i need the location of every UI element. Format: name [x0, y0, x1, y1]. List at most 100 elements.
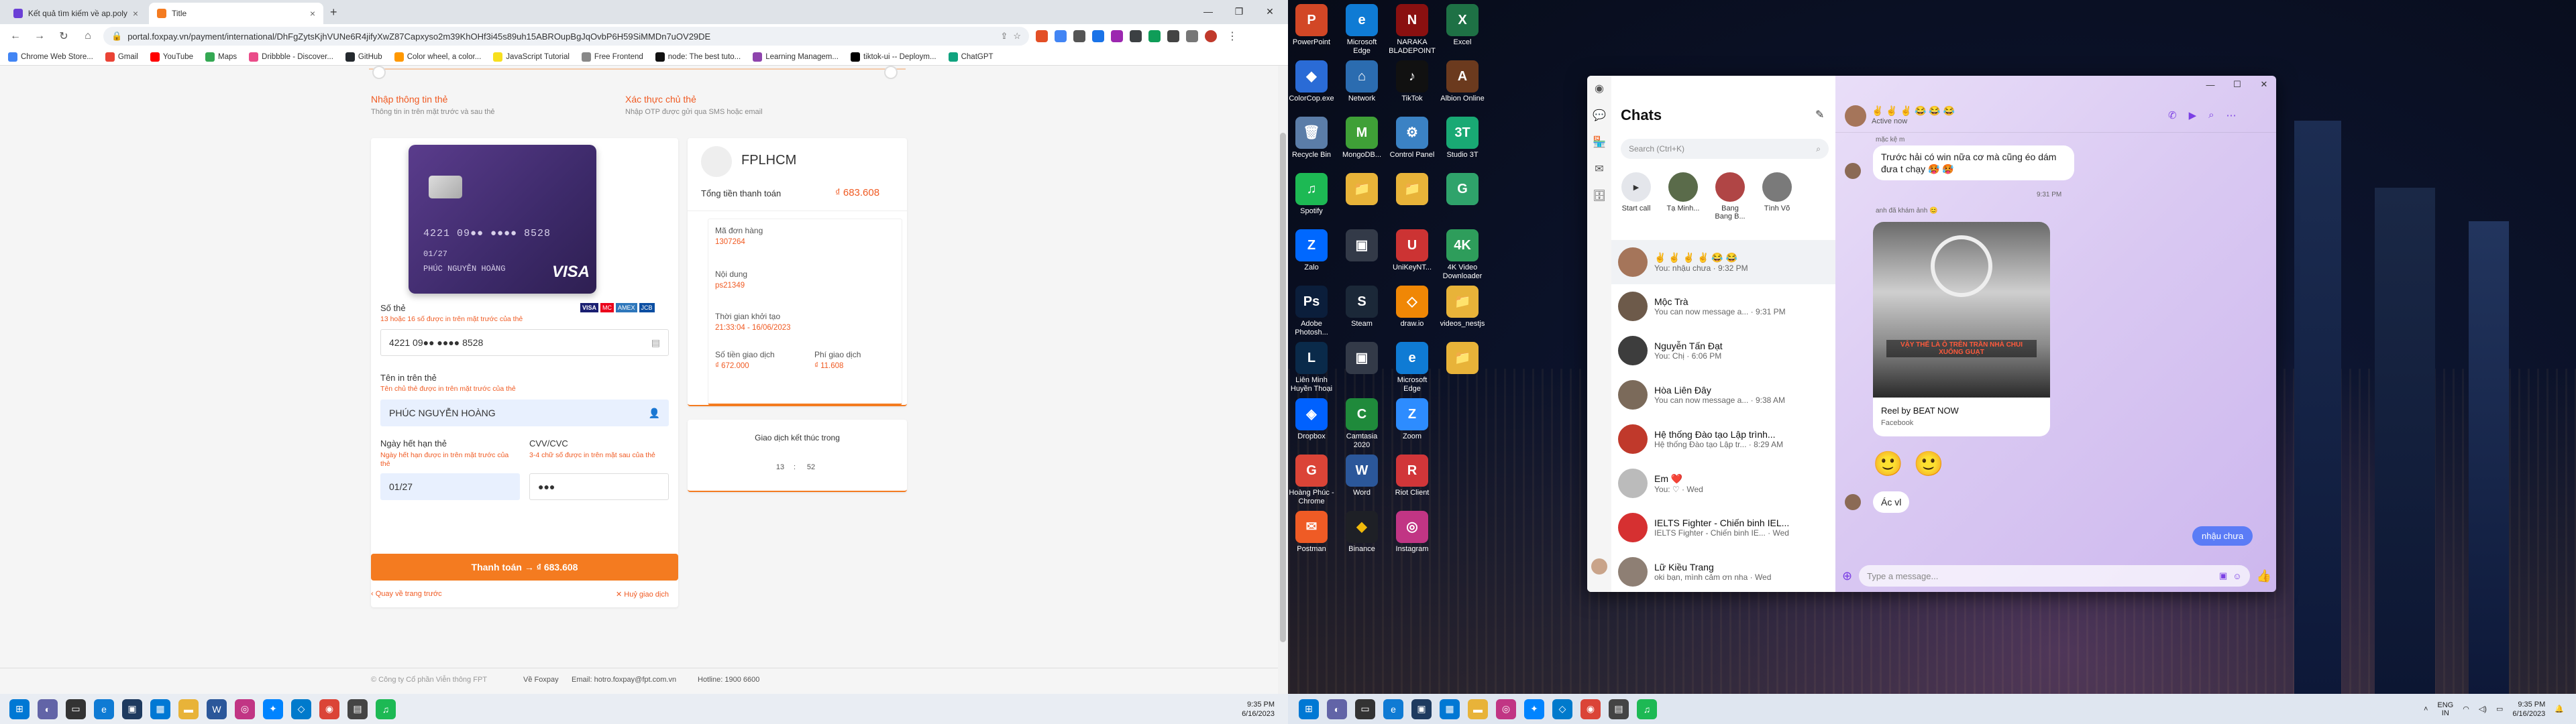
sidebar-icon[interactable] [1186, 30, 1198, 42]
desktop-icon[interactable]: ▣ [1338, 229, 1385, 286]
close-window-button[interactable]: ✕ [1254, 0, 1285, 23]
start-icon[interactable]: ⊞ [1299, 699, 1319, 719]
chats-icon[interactable]: 💬 [1587, 103, 1611, 129]
chat-row[interactable]: Em ❤️ You: ♡ · Wed [1611, 461, 1835, 505]
expiry-input[interactable]: 01/27 [380, 473, 520, 500]
requests-icon[interactable]: ✉ [1587, 156, 1611, 183]
message-bubble[interactable]: Ác vl [1873, 491, 1910, 513]
bookmark-item[interactable]: Learning Managem... [753, 52, 839, 62]
sticker-icon[interactable]: ▣ [2219, 570, 2227, 581]
marketplace-icon[interactable]: 🏪 [1587, 129, 1611, 156]
desktop-icon[interactable]: 3T Studio 3T [1439, 117, 1486, 173]
extension-icon[interactable] [1055, 30, 1067, 42]
edge-icon[interactable]: e [94, 699, 114, 719]
chat-icon[interactable]: ◐ [1327, 699, 1347, 719]
tab-search-results[interactable]: Kết quả tìm kiếm về ap.poly.edu... × [5, 3, 146, 24]
url-bar[interactable]: 🔒 portal.foxpay.vn/payment/international… [103, 27, 1029, 46]
reel-card[interactable]: VẬY THẾ LÀ Ô TRÊN TRẦN NHÀ CHUI XUỐNG GU… [1873, 222, 2050, 436]
desktop-icon[interactable]: Ps Adobe Photosh... [1288, 286, 1335, 342]
bookmark-item[interactable]: Maps [205, 52, 237, 62]
desktop-icon[interactable]: e Microsoft Edge [1389, 342, 1436, 398]
bookmark-item[interactable]: GitHub [345, 52, 382, 62]
desktop-icon[interactable]: 🗑 Recycle Bin [1288, 117, 1335, 173]
footer-about-link[interactable]: Về Foxpay [523, 676, 559, 684]
close-tab-icon[interactable]: × [310, 8, 315, 19]
my-message-bubble[interactable]: nhậu chưa [2192, 526, 2253, 546]
bookmark-item[interactable]: node: The best tuto... [655, 52, 741, 62]
desktop-icon[interactable]: R Riot Client [1389, 455, 1436, 511]
desktop-icon[interactable]: ◆ ColorCop.exe [1288, 60, 1335, 117]
terminal-icon[interactable]: ▭ [1355, 699, 1375, 719]
desktop-icon[interactable]: ⌂ Network [1338, 60, 1385, 117]
story-item[interactable]: Bang Bang B... [1712, 172, 1748, 221]
chat-icon[interactable]: ◐ [38, 699, 58, 719]
instagram-icon[interactable]: ◎ [235, 699, 255, 719]
desktop-icon[interactable]: ◎ Instagram [1389, 511, 1436, 567]
bookmark-item[interactable]: JavaScript Tutorial [493, 52, 570, 62]
bookmark-item[interactable]: Free Frontend [581, 52, 643, 62]
extension-icon[interactable] [1111, 30, 1123, 42]
conversation-name[interactable]: ✌ ✌ ✌ 😂 😂 😂 [1872, 105, 1955, 117]
desktop-icon[interactable]: U UniKeyNT... [1389, 229, 1436, 286]
card-number-input[interactable]: 4221 09●● ●●●● 8528 ▤ [380, 329, 669, 356]
scrollbar-thumb[interactable] [1280, 133, 1286, 642]
cvv-input[interactable]: ●●● [529, 473, 669, 500]
extension-icon[interactable] [1092, 30, 1104, 42]
menu-dots-icon[interactable]: ⋮ [1224, 27, 1241, 45]
desktop-icon[interactable]: 📁 [1439, 342, 1486, 398]
chrome-icon[interactable]: ◉ [319, 699, 339, 719]
desktop-icon[interactable]: ▣ [1338, 342, 1385, 398]
desktop-icon[interactable]: W Word [1338, 455, 1385, 511]
close-tab-icon[interactable]: × [133, 8, 138, 19]
cardholder-input[interactable]: PHÚC NGUYỄN HOÀNG 👤 [380, 400, 669, 426]
desktop-icon[interactable]: G Hoàng Phúc - Chrome [1288, 455, 1335, 511]
vscode-icon[interactable]: ◇ [291, 699, 311, 719]
archive-icon[interactable]: 🗄 [1587, 183, 1611, 210]
desktop-icon[interactable]: M MongoDB... [1338, 117, 1385, 173]
share-icon[interactable]: ⇪ [1000, 31, 1008, 42]
back-arrow-icon[interactable]: ← [7, 27, 24, 45]
compose-icon[interactable]: ✎ [1815, 108, 1824, 121]
wifi-icon[interactable]: ◠ [2463, 705, 2469, 713]
smile-sticker-icon[interactable]: 🙂 [1873, 450, 1903, 478]
chat-row[interactable]: Hệ thống Đào tạo Lập trình... Hệ thống Đà… [1611, 417, 1835, 461]
puzzle-icon[interactable] [1167, 30, 1179, 42]
chat-row[interactable]: ✌ ✌ ✌ ✌ 😂 😂 You: nhậu chưa · 9:32 PM [1611, 240, 1835, 284]
desktop-icon[interactable]: X Excel [1439, 4, 1486, 60]
desktop-icon[interactable]: 📁 [1389, 173, 1436, 229]
store-icon[interactable]: ▦ [1440, 699, 1460, 719]
chat-row[interactable]: Nguyễn Tấn Đạt You: Chị · 6:06 PM [1611, 328, 1835, 373]
store-icon[interactable]: ▦ [150, 699, 170, 719]
extension-icon[interactable] [1148, 30, 1161, 42]
more-icon[interactable]: ⋯ [2226, 109, 2237, 121]
like-icon[interactable]: 👍 [2257, 569, 2271, 583]
desktop-icon[interactable]: ◇ draw.io [1389, 286, 1436, 342]
message-input[interactable]: Type a message... ▣ ☺ [1859, 565, 2250, 587]
desktop-icon[interactable]: Z Zalo [1288, 229, 1335, 286]
chat-row[interactable]: IELTS Fighter - Chiến binh IEL... IELTS F… [1611, 505, 1835, 550]
bookmark-item[interactable]: YouTube [150, 52, 193, 62]
bookmark-item[interactable]: Chrome Web Store... [8, 52, 93, 62]
volume-icon[interactable]: ◁) [2479, 705, 2487, 713]
desktop-icon[interactable]: 4K 4K Video Downloader [1439, 229, 1486, 286]
desktop-icon[interactable]: P PowerPoint [1288, 4, 1335, 60]
extension-icon[interactable] [1036, 30, 1048, 42]
avatar[interactable] [1591, 558, 1607, 575]
avatar[interactable] [1845, 105, 1866, 127]
forward-arrow-icon[interactable]: → [31, 27, 48, 45]
back-link[interactable]: ‹ Quay về trang trước [371, 590, 442, 598]
home-icon[interactable]: ⌂ [79, 27, 97, 45]
emoji-icon[interactable]: ☺ [2233, 571, 2241, 581]
search-input[interactable]: Search (Ctrl+K) ⌕ [1621, 139, 1829, 159]
chat-row[interactable]: Lữ Kiều Trang oki bạn, mình cảm ơn nha · … [1611, 550, 1835, 592]
messenger-icon[interactable]: ✦ [1524, 699, 1544, 719]
add-icon[interactable]: ⊕ [1842, 569, 1852, 583]
cancel-link[interactable]: ✕ Huỷ giao dịch [616, 590, 669, 599]
desktop-icon[interactable]: A Albion Online [1439, 60, 1486, 117]
bookmark-item[interactable]: tiktok-ui -- Deploym... [850, 52, 936, 62]
desktop-icon[interactable]: ⚙ Control Panel [1389, 117, 1436, 173]
folder-icon[interactable]: ▬ [1468, 699, 1488, 719]
battery-icon[interactable]: ▭ [2496, 705, 2503, 713]
vscode-icon[interactable]: ◇ [1552, 699, 1572, 719]
instagram-icon[interactable]: ◎ [1496, 699, 1516, 719]
